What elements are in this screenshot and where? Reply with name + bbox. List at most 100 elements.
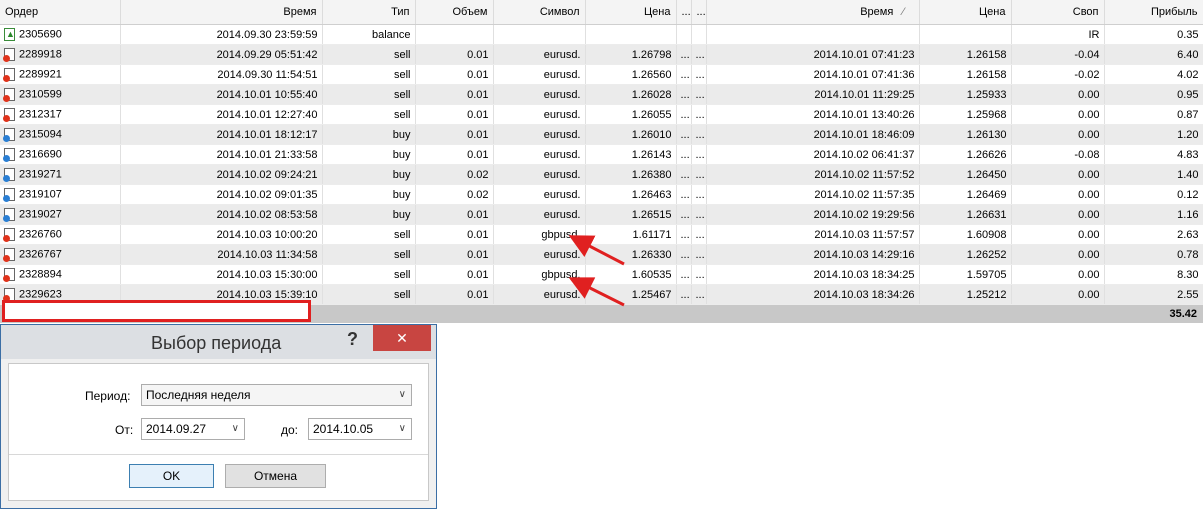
column-header-tp[interactable]: ... (691, 0, 707, 25)
sl-cell: ... (676, 244, 692, 265)
tp-cell: ... (691, 184, 707, 205)
column-header-time[interactable]: Время (120, 0, 323, 25)
price-cell: 1.26463 (585, 184, 677, 205)
trade-history-table: Ордер Время Тип Объем Символ Цена ... ..… (0, 0, 1203, 305)
balance-deal-icon: ▲ (4, 28, 15, 41)
price-cell: 1.26330 (585, 244, 677, 265)
type-cell: buy (322, 184, 416, 205)
close-button[interactable]: ✕ (373, 325, 431, 351)
symbol-cell: eurusd. (493, 44, 586, 65)
table-row[interactable]: 2326760 2014.10.03 10:00:20 sell 0.01 gbpusd… (0, 224, 1203, 245)
from-date-value: 2014.09.27 (146, 422, 207, 436)
tp-cell: ... (691, 84, 707, 105)
type-cell: sell (322, 264, 416, 285)
column-header-close-time[interactable]: Время ⁄ (706, 0, 920, 25)
sl-cell (676, 24, 692, 45)
order-number: 2326767 (19, 248, 62, 261)
column-header-symbol[interactable]: Символ (493, 0, 586, 25)
sell-order-icon (3, 68, 15, 82)
time-cell: 2014.10.02 08:53:58 (120, 204, 323, 225)
column-header-swap[interactable]: Своп (1011, 0, 1105, 25)
order-cell: 2316690 (0, 144, 121, 165)
time-cell: 2014.10.02 09:01:35 (120, 184, 323, 205)
close-time-cell: 2014.10.03 14:29:16 (706, 244, 920, 265)
order-number: 2329623 (19, 288, 62, 301)
order-cell: 2328894 (0, 264, 121, 285)
table-row[interactable]: 2289918 2014.09.29 05:51:42 sell 0.01 eurusd… (0, 44, 1203, 65)
price-cell: 1.26010 (585, 124, 677, 145)
chevron-down-icon: ∨ (398, 389, 406, 400)
time-cell: 2014.09.29 05:51:42 (120, 44, 323, 65)
dialog-titlebar[interactable]: Выбор периода ? ✕ (1, 325, 436, 359)
ok-button[interactable]: OK (129, 464, 214, 488)
order-number: 2319027 (19, 208, 62, 221)
tp-cell: ... (691, 64, 707, 85)
swap-cell: 0.00 (1011, 204, 1105, 225)
table-row[interactable]: 2319107 2014.10.02 09:01:35 buy 0.02 eurusd.… (0, 184, 1203, 205)
symbol-cell (493, 24, 586, 45)
tp-cell: ... (691, 264, 707, 285)
column-header-profit[interactable]: Прибыль (1104, 0, 1203, 25)
symbol-cell: gbpusd. (493, 264, 586, 285)
close-time-cell (706, 24, 920, 45)
swap-cell: 0.00 (1011, 184, 1105, 205)
sell-order-icon (3, 88, 15, 102)
from-date-picker[interactable]: 2014.09.27 ∨ (141, 418, 245, 440)
column-header-close-time-label: Время (860, 6, 894, 18)
volume-cell: 0.01 (415, 224, 494, 245)
table-row[interactable]: 2289921 2014.09.30 11:54:51 sell 0.01 eurusd… (0, 64, 1203, 85)
type-cell: balance (322, 24, 416, 45)
order-cell: 2326767 (0, 244, 121, 265)
swap-cell: -0.02 (1011, 64, 1105, 85)
profit-cell: 0.95 (1104, 84, 1203, 105)
column-header-order[interactable]: Ордер (0, 0, 121, 25)
column-header-type[interactable]: Тип (322, 0, 416, 25)
column-header-close-price[interactable]: Цена (919, 0, 1012, 25)
time-cell: 2014.10.01 10:55:40 (120, 84, 323, 105)
total-profit: 35.42 (1169, 308, 1197, 320)
close-price-cell: 1.26469 (919, 184, 1012, 205)
cancel-button[interactable]: Отмена (225, 464, 326, 488)
close-price-cell: 1.25212 (919, 284, 1012, 305)
close-time-cell: 2014.10.03 18:34:25 (706, 264, 920, 285)
close-icon: ✕ (396, 330, 408, 346)
close-time-cell: 2014.10.01 07:41:23 (706, 44, 920, 65)
symbol-cell: eurusd. (493, 84, 586, 105)
column-header-volume[interactable]: Объем (415, 0, 494, 25)
symbol-cell: eurusd. (493, 64, 586, 85)
profit-cell: 0.78 (1104, 244, 1203, 265)
to-date-picker[interactable]: 2014.10.05 ∨ (308, 418, 412, 440)
table-row[interactable]: 2319027 2014.10.02 08:53:58 buy 0.01 eurusd.… (0, 204, 1203, 225)
order-cell: 2319107 (0, 184, 121, 205)
annotation-highlight-box (2, 300, 311, 322)
table-row[interactable]: 2315094 2014.10.01 18:12:17 buy 0.01 eurusd.… (0, 124, 1203, 145)
time-cell: 2014.10.03 11:34:58 (120, 244, 323, 265)
swap-cell: 0.00 (1011, 284, 1105, 305)
order-cell: 2289918 (0, 44, 121, 65)
close-time-cell: 2014.10.03 18:34:26 (706, 284, 920, 305)
column-header-price[interactable]: Цена (585, 0, 677, 25)
table-row[interactable]: 2310599 2014.10.01 10:55:40 sell 0.01 eurusd… (0, 84, 1203, 105)
price-cell: 1.60535 (585, 264, 677, 285)
period-select-value: Последняя неделя (146, 388, 251, 402)
swap-cell: 0.00 (1011, 104, 1105, 125)
profit-cell: 1.16 (1104, 204, 1203, 225)
period-select[interactable]: Последняя неделя ∨ (141, 384, 412, 406)
close-time-cell: 2014.10.01 11:29:25 (706, 84, 920, 105)
swap-cell: -0.08 (1011, 144, 1105, 165)
price-cell: 1.26143 (585, 144, 677, 165)
tp-cell: ... (691, 124, 707, 145)
swap-cell: 0.00 (1011, 84, 1105, 105)
close-time-cell: 2014.10.02 11:57:35 (706, 184, 920, 205)
table-row[interactable]: 2319271 2014.10.02 09:24:21 buy 0.02 eurusd.… (0, 164, 1203, 185)
column-header-sl[interactable]: ... (676, 0, 692, 25)
order-number: 2289921 (19, 68, 62, 81)
order-number: 2289918 (19, 48, 62, 61)
table-row[interactable]: 2328894 2014.10.03 15:30:00 sell 0.01 gbpusd… (0, 264, 1203, 285)
sl-cell: ... (676, 164, 692, 185)
help-icon[interactable]: ? (347, 329, 358, 350)
table-row[interactable]: ▲ 2305690 2014.09.30 23:59:59 balance IR 0.35 (0, 24, 1203, 45)
table-row[interactable]: 2312317 2014.10.01 12:27:40 sell 0.01 eurusd… (0, 104, 1203, 125)
table-row[interactable]: 2326767 2014.10.03 11:34:58 sell 0.01 eurusd… (0, 244, 1203, 265)
table-row[interactable]: 2316690 2014.10.01 21:33:58 buy 0.01 eurusd.… (0, 144, 1203, 165)
